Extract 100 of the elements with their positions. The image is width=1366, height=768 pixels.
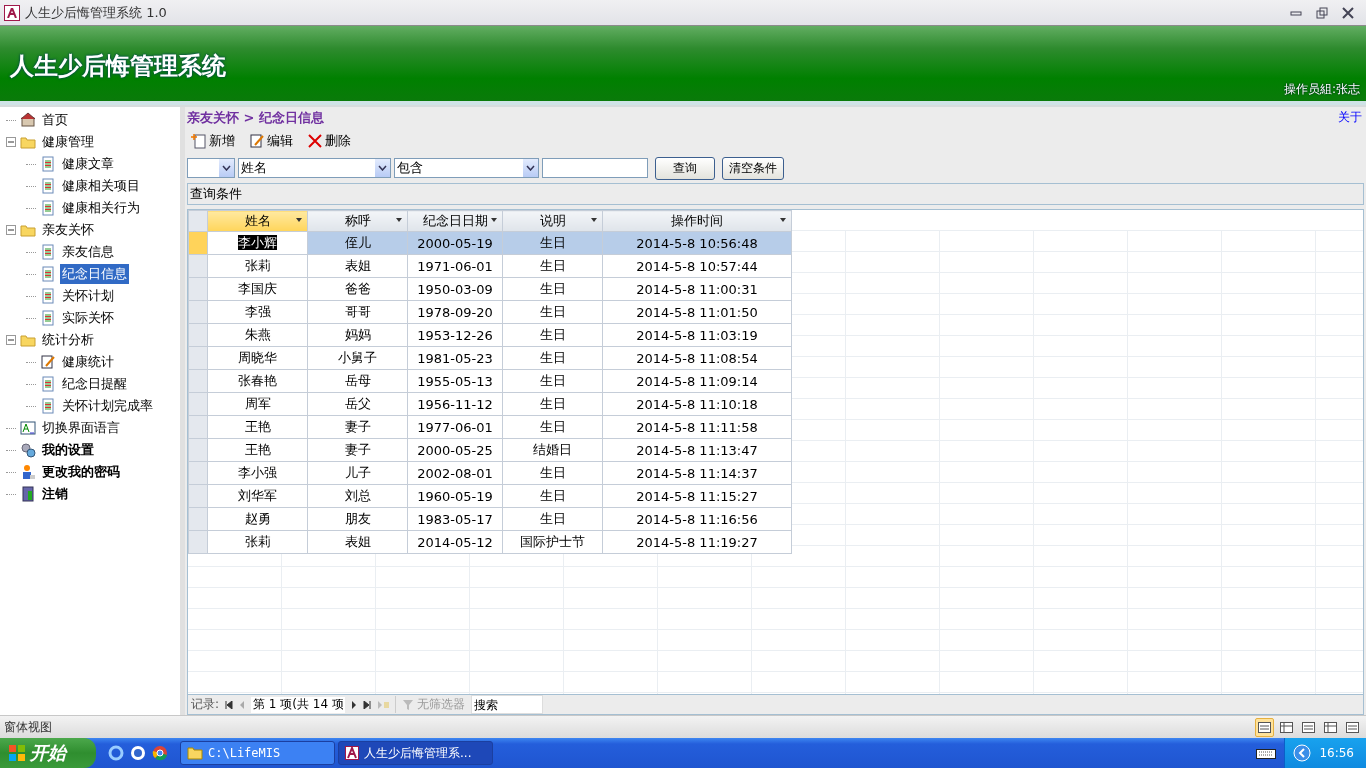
column-header[interactable]: 姓名 xyxy=(207,210,308,232)
browser-icon[interactable] xyxy=(152,745,168,761)
query-conditions-label: 查询条件 xyxy=(190,185,242,203)
document-icon xyxy=(40,178,56,194)
column-header[interactable]: 称呼 xyxy=(307,210,408,232)
pencil-document-icon xyxy=(40,354,56,370)
tree-item[interactable]: 健康统计 xyxy=(60,352,116,372)
pencil-document-icon xyxy=(249,133,265,149)
search-field[interactable]: 搜索 xyxy=(471,695,544,714)
breadcrumb: 亲友关怀 > 纪念日信息 xyxy=(187,109,324,127)
document-icon xyxy=(40,266,56,282)
tree-item[interactable]: 关怀计划完成率 xyxy=(60,396,155,416)
table-cell: 2014-5-8 11:19:27 xyxy=(602,530,792,554)
collapse-toggle-icon[interactable] xyxy=(6,225,16,235)
column-header[interactable]: 操作时间 xyxy=(602,210,792,232)
taskbar-button[interactable]: 人生少后悔管理系... xyxy=(338,741,493,765)
document-icon xyxy=(40,310,56,326)
table-cell: 2014-5-8 11:03:19 xyxy=(602,323,792,347)
toolbar-button[interactable]: 编辑 xyxy=(249,132,293,150)
table-cell: 2014-5-8 11:09:14 xyxy=(602,369,792,393)
table-cell: 2014-5-8 11:14:37 xyxy=(602,461,792,485)
about-link[interactable]: 关于 xyxy=(1338,109,1362,126)
filter-button[interactable]: 清空条件 xyxy=(722,156,784,180)
table-cell: 2014-5-8 10:57:44 xyxy=(602,254,792,278)
operator-label: 操作员組:张志 xyxy=(1283,81,1360,98)
folder-icon xyxy=(187,746,203,760)
view-button[interactable] xyxy=(1255,717,1274,737)
gears-icon xyxy=(20,442,36,458)
folder-icon xyxy=(20,222,36,238)
column-header[interactable]: 说明 xyxy=(502,210,603,232)
new-record-icon[interactable] xyxy=(377,700,390,709)
close-icon[interactable] xyxy=(1342,6,1354,19)
record-label: 记录: xyxy=(191,696,220,713)
toolbar-button[interactable]: 新增 xyxy=(191,132,235,150)
browser-icon[interactable] xyxy=(108,745,124,761)
app-logo-icon xyxy=(345,746,359,760)
start-button[interactable]: 开始 xyxy=(0,738,96,768)
browser-icon[interactable] xyxy=(130,745,146,761)
table-cell: 2014-5-8 11:16:56 xyxy=(602,507,792,531)
document-icon xyxy=(40,288,56,304)
tree-item[interactable]: 关怀计划 xyxy=(60,286,116,306)
table-cell: 2014-5-8 10:56:48 xyxy=(602,231,792,255)
document-icon xyxy=(40,200,56,216)
tree-item[interactable]: 亲友关怀 xyxy=(40,220,96,240)
tree-item[interactable]: 亲友信息 xyxy=(60,242,116,262)
search-value-field[interactable] xyxy=(542,158,648,178)
tree-item[interactable]: 健康文章 xyxy=(60,154,116,174)
windows-flag-icon xyxy=(8,744,26,762)
next-record-icon[interactable] xyxy=(351,700,358,709)
user-icon xyxy=(20,464,36,480)
door-icon xyxy=(20,486,36,502)
table-cell: 2014-5-8 11:11:58 xyxy=(602,415,792,439)
toolbar-button[interactable]: 删除 xyxy=(307,132,351,150)
column-header[interactable]: 纪念日日期 xyxy=(407,210,503,232)
restore-icon[interactable] xyxy=(1316,6,1328,19)
table-cell: 2014-5-8 11:15:27 xyxy=(602,484,792,508)
collapse-toggle-icon[interactable] xyxy=(6,137,16,147)
filter-icon xyxy=(402,698,415,711)
document-icon xyxy=(40,398,56,414)
last-record-icon[interactable] xyxy=(363,700,372,709)
tree-item[interactable]: 更改我的密码 xyxy=(40,462,122,482)
folder-icon xyxy=(20,134,36,150)
tree-item[interactable]: 健康相关项目 xyxy=(60,176,142,196)
table-cell[interactable]: 李小辉 xyxy=(238,235,277,250)
tree-item[interactable]: 首页 xyxy=(40,110,70,130)
filter-button[interactable]: 查询 xyxy=(655,156,715,180)
expand-tray-icon[interactable] xyxy=(1293,744,1312,762)
collapse-toggle-icon[interactable] xyxy=(6,335,16,345)
tree-item[interactable]: 健康管理 xyxy=(40,132,96,152)
first-record-icon[interactable] xyxy=(225,700,234,709)
tree-item[interactable]: 切换界面语言 xyxy=(40,418,122,438)
app-logo-icon xyxy=(4,4,20,21)
letter-a-icon xyxy=(20,420,36,436)
tree-item[interactable]: 纪念日信息 xyxy=(60,264,129,284)
previous-record-icon[interactable] xyxy=(239,700,246,709)
view-mode-label: 窗体视图 xyxy=(4,718,52,736)
tree-item[interactable]: 健康相关行为 xyxy=(60,198,142,218)
tree-item[interactable]: 注销 xyxy=(40,484,70,504)
record-position-field[interactable]: 第 1 项(共 14 项 xyxy=(251,696,346,713)
app-title: 人生少后悔管理系统 xyxy=(10,51,226,82)
delete-icon xyxy=(307,133,323,149)
table-cell: 2014-5-8 11:10:18 xyxy=(602,392,792,416)
document-icon xyxy=(40,156,56,172)
table-cell: 2014-5-8 11:01:50 xyxy=(602,300,792,324)
taskbar-button[interactable]: C:\LifeMIS xyxy=(180,741,335,765)
window-title: 人生少后悔管理系统 1.0 xyxy=(25,3,168,22)
new-document-icon xyxy=(191,133,207,149)
document-icon xyxy=(40,244,56,260)
folder-icon xyxy=(20,332,36,348)
tree-item[interactable]: 实际关怀 xyxy=(60,308,116,328)
keyboard-icon[interactable] xyxy=(1256,747,1277,759)
operator-dropdown[interactable]: 包含 xyxy=(394,158,539,178)
tree-item[interactable]: 我的设置 xyxy=(40,440,96,460)
clock: 16:56 xyxy=(1319,746,1354,760)
table-cell: 2014-5-8 11:00:31 xyxy=(602,277,792,301)
tree-item[interactable]: 纪念日提醒 xyxy=(60,374,129,394)
house-icon xyxy=(20,112,36,128)
tree-item[interactable]: 统计分析 xyxy=(40,330,96,350)
field-dropdown[interactable]: 姓名 xyxy=(238,158,391,178)
table-cell: 2014-5-8 11:13:47 xyxy=(602,438,792,462)
